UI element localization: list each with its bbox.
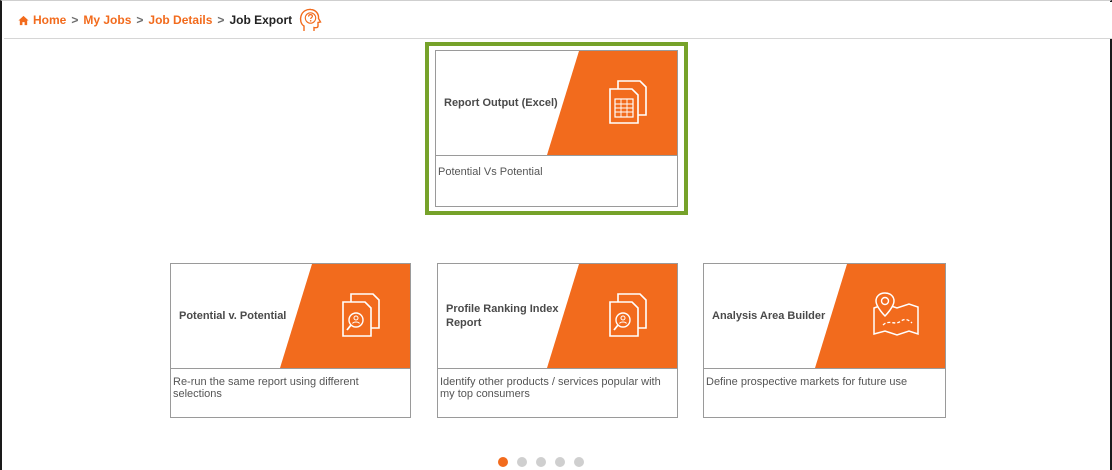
card-divider (438, 368, 677, 369)
breadcrumb-separator: > (71, 13, 79, 27)
pagination-dot-3[interactable] (536, 457, 546, 467)
card-description: Re-run the same report using different s… (173, 376, 359, 400)
breadcrumb-separator: > (217, 13, 225, 27)
help-head-icon[interactable] (298, 6, 322, 34)
report-output-excel-card[interactable]: Report Output (Excel) Potential Vs Poten… (435, 50, 678, 207)
card-description: Identify other products / services popul… (440, 376, 661, 400)
pagination-dot-2[interactable] (517, 457, 527, 467)
card-header: Report Output (Excel) (436, 51, 677, 155)
card-description: Potential Vs Potential (438, 166, 543, 178)
breadcrumb-current: Job Export (229, 13, 293, 27)
profile-ranking-index-report-card[interactable]: Profile Ranking Index Report Identify ot… (437, 263, 678, 418)
excel-document-icon (609, 80, 647, 124)
document-search-icon (609, 293, 647, 337)
map-pin-icon (873, 292, 919, 336)
carousel-pagination (498, 457, 584, 467)
pagination-dot-5[interactable] (574, 457, 584, 467)
potential-v-potential-card[interactable]: Potential v. Potential Re-run the same r… (170, 263, 411, 418)
card-header: Potential v. Potential (171, 264, 410, 368)
card-title: Analysis Area Builder (712, 310, 826, 322)
breadcrumb: Home > My Jobs > Job Details > Job Expor… (4, 2, 1112, 39)
breadcrumb-separator: > (136, 13, 144, 27)
card-header: Analysis Area Builder (704, 264, 945, 368)
analysis-area-builder-card[interactable]: Analysis Area Builder Define prospective… (703, 263, 946, 418)
app-frame: Home > My Jobs > Job Details > Job Expor… (0, 0, 1112, 470)
card-divider (171, 368, 410, 369)
card-title: Report Output (Excel) (444, 97, 558, 109)
pagination-dot-4[interactable] (555, 457, 565, 467)
home-icon[interactable] (18, 15, 29, 26)
breadcrumb-job-details[interactable]: Job Details (148, 13, 212, 27)
pagination-dot-1[interactable] (498, 457, 508, 467)
card-title: Profile Ranking Index Report (446, 303, 559, 329)
breadcrumb-my-jobs[interactable]: My Jobs (83, 13, 131, 27)
card-divider (704, 368, 945, 369)
card-header: Profile Ranking Index Report (438, 264, 677, 368)
breadcrumb-home[interactable]: Home (33, 13, 66, 27)
card-title: Potential v. Potential (179, 310, 287, 322)
card-description: Define prospective markets for future us… (706, 376, 908, 388)
document-search-icon (342, 293, 380, 337)
card-divider (436, 155, 677, 156)
